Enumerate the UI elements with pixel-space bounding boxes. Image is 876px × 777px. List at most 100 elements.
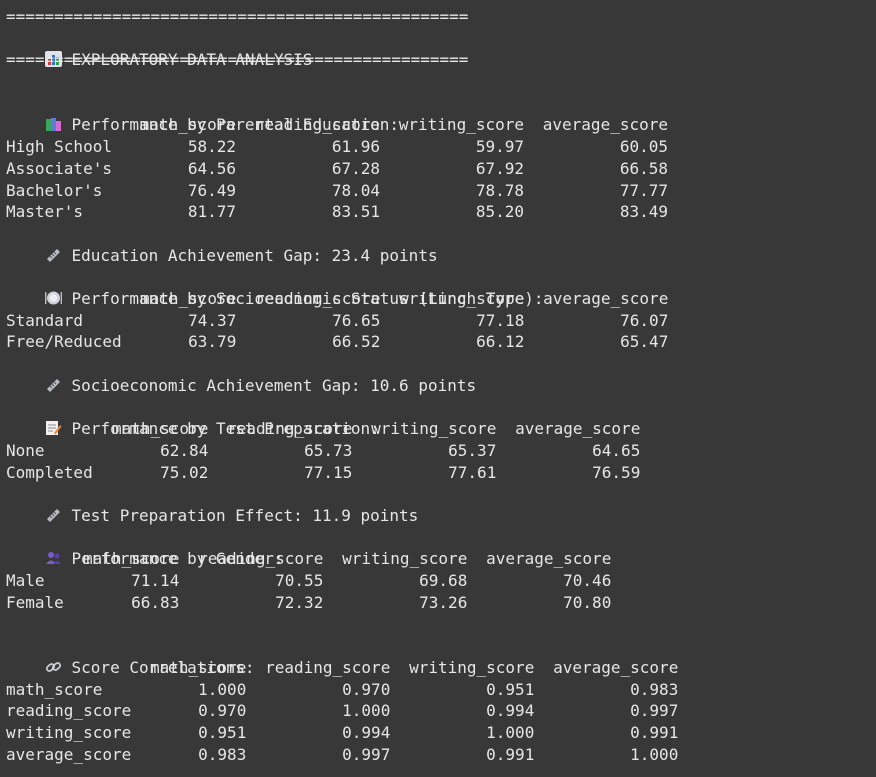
cell: 0.994 xyxy=(342,722,391,742)
cell: 66.12 xyxy=(476,332,525,352)
cell: 1.000 xyxy=(630,744,679,764)
memo-icon xyxy=(45,421,62,436)
table-row: reading_score 0.970 1.000 0.994 0.997 xyxy=(6,700,678,722)
people-icon xyxy=(45,552,61,565)
cell: 1.000 xyxy=(342,701,391,721)
cell: 59.97 xyxy=(475,137,524,157)
row-label: math_score xyxy=(6,679,103,699)
row-label: writing_score xyxy=(6,722,132,742)
separator-bottom: ========================================… xyxy=(6,50,469,70)
cell: 0.994 xyxy=(486,701,535,721)
cell: 73.26 xyxy=(419,592,468,612)
cell: 71.14 xyxy=(131,571,180,591)
table-row: average_score 0.983 0.997 0.991 1.000 xyxy=(6,744,678,766)
parental-footer: Education Achievement Gap: 23.4 points xyxy=(71,245,438,265)
table-row: Master's 81.77 83.51 85.20 83.49 xyxy=(6,201,668,223)
col-header: writing_score xyxy=(371,419,497,439)
ruler-icon xyxy=(46,248,60,262)
cell: 0.970 xyxy=(198,701,247,721)
link-icon xyxy=(45,661,61,672)
cell: 74.37 xyxy=(188,310,237,330)
gender-header-line: Performance by Gender: xyxy=(6,527,870,568)
cell: 67.28 xyxy=(331,158,380,178)
table-row: Free/Reduced 63.79 66.52 66.12 65.47 xyxy=(6,331,668,353)
row-label: None xyxy=(6,440,45,460)
books-icon xyxy=(45,118,61,132)
console-output: ========================================… xyxy=(0,0,876,765)
title-line: EXPLORATORY DATA ANALYSIS xyxy=(6,28,870,69)
prep-footer: Test Preparation Effect: 11.9 points xyxy=(71,506,419,525)
col-header: reading_score xyxy=(254,115,380,135)
cell: 61.96 xyxy=(331,137,380,157)
cell: 0.997 xyxy=(630,701,679,721)
cell: 78.04 xyxy=(331,180,380,200)
lunch-footer-line: Socioeconomic Achievement Gap: 10.6 poin… xyxy=(6,353,870,395)
col-header: math_score xyxy=(112,419,209,439)
row-label: Standard xyxy=(6,310,84,330)
col-header: average_score xyxy=(542,115,668,135)
cell: 77.77 xyxy=(619,180,668,200)
table-row: math_score 1.000 0.970 0.951 0.983 xyxy=(6,679,678,701)
table-row: High School 58.22 61.96 59.97 60.05 xyxy=(6,136,668,158)
cell: 0.983 xyxy=(198,744,247,764)
prep-footer-line: Test Preparation Effect: 11.9 points xyxy=(6,483,870,525)
cell: 65.73 xyxy=(304,440,353,460)
row-label: Male xyxy=(6,571,45,591)
col-header: math_score xyxy=(83,549,180,569)
col-header: average_score xyxy=(543,289,669,309)
cell: 0.951 xyxy=(198,722,247,742)
cell: 65.47 xyxy=(620,332,669,352)
separator-top: ========================================… xyxy=(6,7,469,26)
cell: 76.49 xyxy=(187,180,236,200)
table-row: Male 71.14 70.55 69.68 70.46 xyxy=(6,570,611,592)
table-row: writing_score 0.951 0.994 1.000 0.991 xyxy=(6,722,678,744)
cell: 1.000 xyxy=(198,679,247,699)
col-header: math_score xyxy=(139,115,236,135)
cell: 76.65 xyxy=(332,310,381,330)
col-header: writing_score xyxy=(342,549,468,569)
ruler-icon xyxy=(46,378,60,392)
prep-header-line: Performance by Test Preparation: xyxy=(6,397,870,438)
row-label: reading_score xyxy=(6,701,132,721)
parental-header-line: Performance by Parental Education: xyxy=(6,93,870,134)
cell: 76.07 xyxy=(620,310,669,330)
col-header: reading_score xyxy=(255,289,381,309)
gender-table: math_score reading_score writing_score a… xyxy=(6,548,611,613)
cell: 60.05 xyxy=(619,137,668,157)
col-header: writing_score xyxy=(398,115,524,135)
col-header: average_score xyxy=(515,419,641,439)
table-row: Associate's 64.56 67.28 67.92 66.58 xyxy=(6,158,668,180)
cell: 85.20 xyxy=(475,202,524,222)
lunch-header-line: Performance by Socioeconomic Status (Lun… xyxy=(6,266,870,308)
cell: 77.18 xyxy=(476,310,525,330)
col-header: math_score xyxy=(140,289,237,309)
col-header: writing_score xyxy=(409,657,535,677)
cell: 64.56 xyxy=(187,158,236,178)
col-header: reading_score xyxy=(265,657,391,677)
cell: 75.02 xyxy=(160,462,209,482)
table-row: Standard 74.37 76.65 77.18 76.07 xyxy=(6,310,668,332)
parental-footer-line: Education Achievement Gap: 23.4 points xyxy=(6,223,870,265)
cell: 67.92 xyxy=(475,158,524,178)
cell: 64.65 xyxy=(592,440,641,460)
plate-icon xyxy=(44,291,62,305)
cell: 0.991 xyxy=(630,722,679,742)
col-header: average_score xyxy=(553,657,679,677)
col-header: reading_score xyxy=(198,549,324,569)
cell: 0.970 xyxy=(342,679,391,699)
table-row: None 62.84 65.73 65.37 64.65 xyxy=(6,440,640,462)
cell: 69.68 xyxy=(419,571,468,591)
cell: 78.78 xyxy=(475,180,524,200)
row-label: High School xyxy=(6,137,112,157)
cell: 62.84 xyxy=(160,440,209,460)
table-row: Female 66.83 72.32 73.26 70.80 xyxy=(6,592,611,614)
row-label: Female xyxy=(6,592,64,612)
cell: 81.77 xyxy=(187,202,236,222)
cell: 66.83 xyxy=(131,592,180,612)
cell: 0.951 xyxy=(486,679,535,699)
cell: 77.15 xyxy=(304,462,353,482)
col-header: reading_score xyxy=(227,419,353,439)
cell: 72.32 xyxy=(275,592,324,612)
cell: 70.80 xyxy=(563,592,612,612)
row-label: Bachelor's xyxy=(6,180,103,200)
